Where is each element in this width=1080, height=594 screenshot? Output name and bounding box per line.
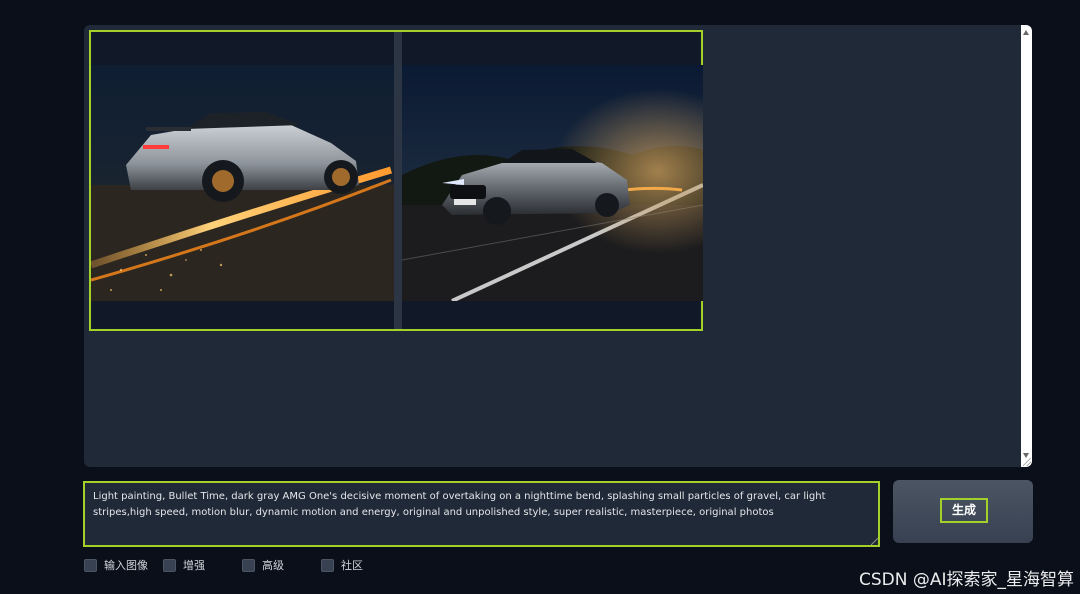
option-label: 输入图像 <box>104 559 148 572</box>
watermark: CSDN @AI探索家_星海智算 <box>858 570 1074 590</box>
car-photo-2-illustration <box>402 65 703 301</box>
checkbox-advanced[interactable] <box>242 558 255 572</box>
generated-image-2[interactable] <box>402 65 703 301</box>
option-label: 社区 <box>341 559 363 572</box>
option-input-image[interactable]: 输入图像 <box>84 557 148 573</box>
generate-button[interactable]: 生成 <box>893 480 1033 543</box>
prompt-input[interactable]: Light painting, Bullet Time, dark gray A… <box>83 481 880 547</box>
option-advanced[interactable]: 高级 <box>242 557 284 573</box>
app-root: Light painting, Bullet Time, dark gray A… <box>0 0 1080 594</box>
option-community[interactable]: 社区 <box>321 557 363 573</box>
car-photo-1-illustration <box>91 65 394 301</box>
generated-images-frame <box>89 30 703 331</box>
prompt-resize-grip-icon[interactable] <box>871 538 878 545</box>
image-gallery <box>84 25 1032 467</box>
option-label: 增强 <box>183 559 205 572</box>
generated-image-1[interactable] <box>91 65 394 301</box>
gallery-scrollbar[interactable] <box>1021 25 1032 467</box>
generate-button-label: 生成 <box>940 498 988 523</box>
option-enhance[interactable]: 增强 <box>163 557 205 573</box>
checkbox-enhance[interactable] <box>163 558 176 572</box>
option-label: 高级 <box>262 559 284 572</box>
image-divider <box>394 32 402 329</box>
scroll-up-arrow-icon[interactable] <box>1023 30 1029 35</box>
checkbox-input-image[interactable] <box>84 558 97 572</box>
checkbox-community[interactable] <box>321 558 334 572</box>
resize-grip-icon[interactable] <box>1023 458 1031 466</box>
